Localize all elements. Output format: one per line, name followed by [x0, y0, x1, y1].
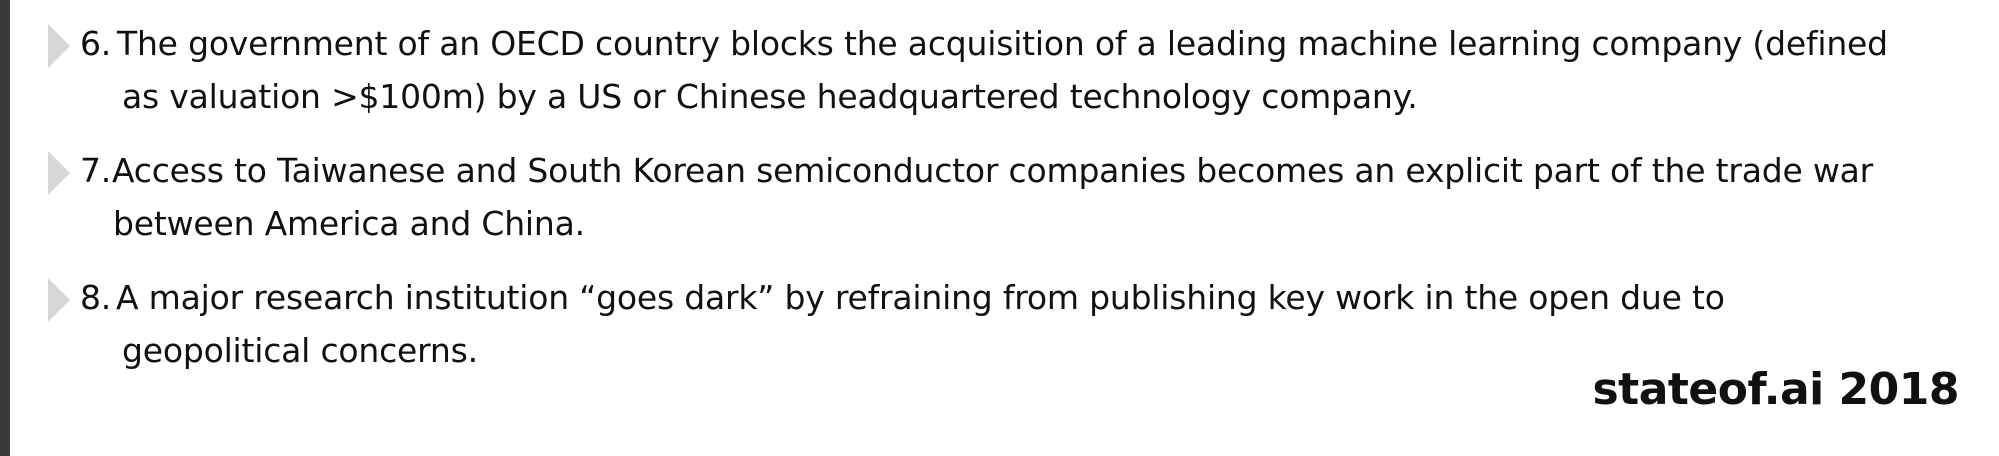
item-text-line-1: A major research institution “goes dark”… — [116, 278, 1725, 317]
item-number: 8. — [80, 278, 112, 317]
bullet-triangle-icon — [48, 278, 70, 322]
item-text-line-1: Access to Taiwanese and South Korean sem… — [112, 151, 1874, 190]
item-number: 6. — [80, 24, 112, 63]
item-number: 7. — [80, 151, 112, 190]
item-text-line-1: The government of an OECD country blocks… — [117, 24, 1888, 63]
brand-footer: stateof.ai 2018 — [1592, 364, 1959, 415]
item-text-line-2: geopolitical concerns. — [122, 331, 478, 370]
bullet-triangle-icon — [48, 24, 70, 68]
left-edge-bar — [0, 0, 10, 456]
bullet-triangle-icon — [48, 151, 70, 195]
item-text-line-2: between America and China. — [113, 204, 585, 243]
item-text-line-2: as valuation >$100m) by a US or Chinese … — [122, 77, 1418, 116]
